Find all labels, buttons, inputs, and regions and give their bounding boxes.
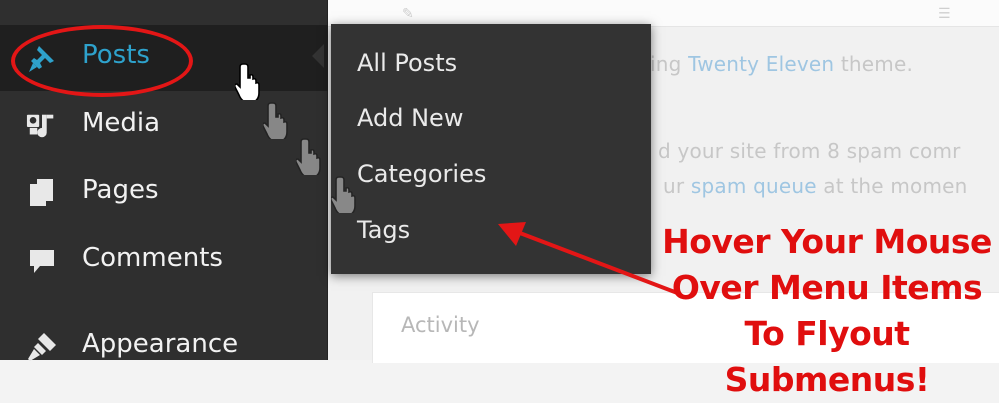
theme-status-suffix: theme. (834, 52, 914, 76)
sidebar-item-appearance[interactable]: Appearance (0, 314, 328, 380)
paintbrush-icon (26, 332, 58, 362)
menu-lines-icon: ☰ (938, 6, 951, 22)
spam-queue-prefix: ur (663, 174, 691, 198)
pages-icon (26, 178, 58, 208)
spam-queue-link[interactable]: spam queue (691, 174, 817, 198)
spam-queue-text: ur spam queue at the momen (663, 174, 968, 198)
media-icon (26, 111, 58, 141)
active-item-pointer (312, 44, 324, 68)
sidebar-item-label: Media (82, 108, 161, 138)
theme-link[interactable]: Twenty Eleven (688, 52, 834, 76)
content-top-bar: ✎ ☰ (328, 0, 999, 27)
sidebar-item-label: Appearance (82, 329, 239, 359)
comment-icon (26, 246, 58, 276)
hand-cursor-trail-icon (263, 102, 288, 139)
spam-queue-suffix: at the momen (816, 174, 968, 198)
submenu-item-all-posts[interactable]: All Posts (357, 49, 457, 77)
hand-cursor-trail-icon (296, 138, 321, 175)
sidebar-item-label: Comments (82, 243, 223, 273)
annotation-line-2: Over Menu Items (671, 268, 983, 307)
submenu-item-tags[interactable]: Tags (357, 216, 410, 244)
annotation-line-3: To Flyout Submenus! (724, 314, 930, 399)
activity-title: Activity (401, 313, 480, 337)
spam-status-text: d your site from 8 spam comr (658, 139, 961, 163)
submenu-item-categories[interactable]: Categories (357, 160, 486, 188)
submenu-item-add-new[interactable]: Add New (357, 104, 463, 132)
hand-cursor-icon (235, 63, 260, 100)
sidebar-item-pages[interactable]: Pages (0, 160, 328, 226)
theme-status-text: ing Twenty Eleven theme. (650, 52, 913, 76)
hand-cursor-trail-icon (331, 176, 356, 213)
pencil-icon: ✎ (402, 6, 414, 22)
highlight-circle (11, 25, 193, 97)
sidebar-item-label: Pages (82, 175, 159, 205)
sidebar-item-comments[interactable]: Comments (0, 228, 328, 294)
theme-status-prefix: ing (650, 52, 689, 76)
annotation-line-1: Hover Your Mouse (662, 222, 992, 261)
hover-instruction-annotation: Hover Your Mouse Over Menu Items To Flyo… (655, 219, 999, 399)
